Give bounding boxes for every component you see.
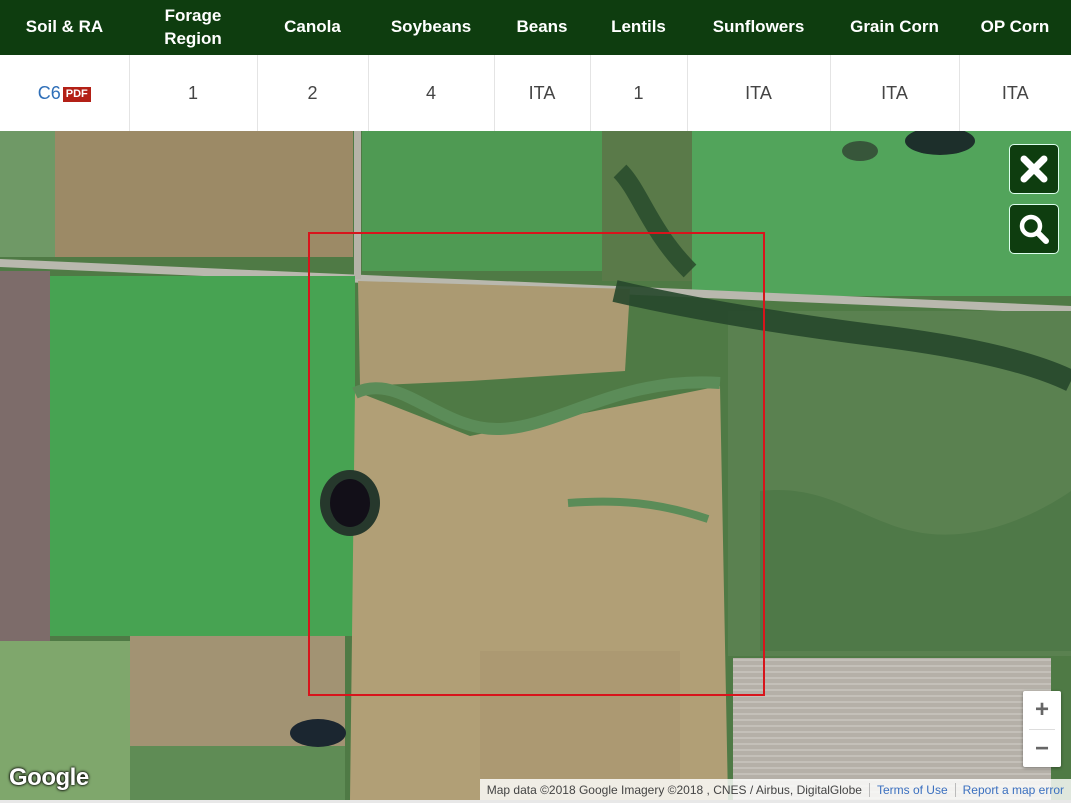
terms-of-use-link[interactable]: Terms of Use	[868, 782, 955, 797]
cell-beans: ITA	[494, 55, 591, 132]
cell-lentils: 1	[590, 55, 688, 132]
header-canola: Canola	[257, 0, 368, 55]
zoom-in-button[interactable]: +	[1023, 691, 1061, 729]
cell-op-corn: ITA	[959, 55, 1071, 132]
cell-canola: 2	[257, 55, 369, 132]
cell-soil-ra: C6 PDF	[0, 55, 130, 132]
header-op-corn: OP Corn	[959, 0, 1071, 55]
header-soybeans: Soybeans	[368, 0, 494, 55]
search-icon	[1019, 214, 1049, 244]
report-map-error-link[interactable]: Report a map error	[954, 782, 1071, 797]
cell-grain-corn: ITA	[830, 55, 960, 132]
table-row: C6 PDF 1 2 4 ITA 1 ITA ITA ITA	[0, 55, 1071, 132]
zoom-out-button[interactable]: −	[1023, 730, 1061, 768]
header-forage-region: Forage Region	[129, 0, 257, 55]
cell-soybeans: 4	[368, 55, 495, 132]
map-attribution-bar: Map data ©2018 Google Imagery ©2018 , CN…	[479, 779, 1071, 800]
table-header-row: Soil & RA Forage Region Canola Soybeans B…	[0, 0, 1071, 55]
crop-rating-table: Soil & RA Forage Region Canola Soybeans B…	[0, 0, 1071, 132]
header-soil-ra: Soil & RA	[0, 0, 129, 55]
google-logo: Google	[9, 764, 89, 791]
header-grain-corn: Grain Corn	[830, 0, 959, 55]
header-lentils: Lentils	[590, 0, 687, 55]
satellite-map[interactable]: + − Google Map data ©2018 Google Imagery…	[0, 131, 1071, 800]
soil-ra-link[interactable]: C6	[38, 83, 61, 103]
page: Soil & RA Forage Region Canola Soybeans B…	[0, 0, 1071, 803]
map-attribution-text: Map data ©2018 Google Imagery ©2018 , CN…	[486, 782, 862, 797]
cell-sunflowers: ITA	[687, 55, 831, 132]
zoom-control: + −	[1023, 691, 1061, 767]
close-icon	[1020, 155, 1048, 183]
close-map-button[interactable]	[1009, 144, 1059, 194]
map-search-button[interactable]	[1009, 204, 1059, 254]
pdf-badge[interactable]: PDF	[62, 87, 91, 102]
satellite-imagery	[0, 131, 1071, 800]
header-beans: Beans	[494, 0, 590, 55]
cell-forage-region: 1	[129, 55, 258, 132]
header-sunflowers: Sunflowers	[687, 0, 830, 55]
